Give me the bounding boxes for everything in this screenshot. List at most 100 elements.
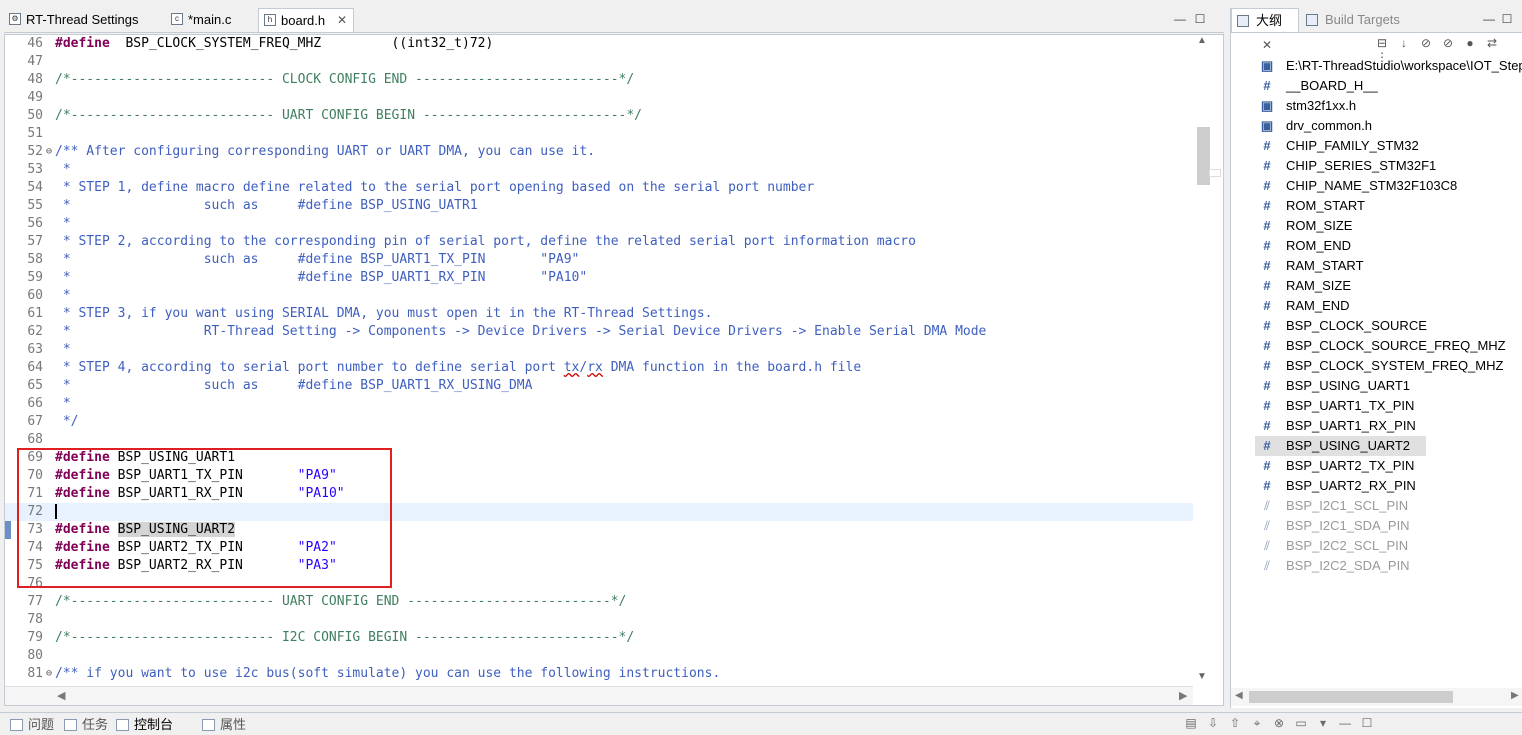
scroll-right-arrow-icon[interactable]: ▶ [1511,690,1519,701]
outline-item[interactable]: # __BOARD_H__ [1255,76,1522,96]
outline-item[interactable]: # BSP_UART2_RX_PIN [1255,476,1522,496]
clear-icon[interactable]: ⊗ [1268,716,1290,730]
outline-item[interactable]: # BSP_UART1_RX_PIN [1255,416,1522,436]
outline-item[interactable]: # BSP_CLOCK_SOURCE_FREQ_MHZ [1255,336,1522,356]
tab-properties[interactable]: 属性 [200,716,246,734]
close-icon[interactable]: ✕ [337,9,347,32]
outline-item[interactable]: ⫽ BSP_I2C1_SDA_PIN [1255,516,1522,536]
outline-item[interactable]: # CHIP_NAME_STM32F103C8 [1255,176,1522,196]
outline-item-label: BSP_UART1_TX_PIN [1286,398,1415,413]
code-line[interactable]: 65 * such as #define BSP_UART1_RX_USING_… [5,377,1193,395]
outline-item[interactable]: ▣ E:\RT-ThreadStudio\workspace\IOT_Step [1255,56,1522,76]
code-line[interactable]: 60 * [5,287,1193,305]
code-line[interactable]: 48 /*-------------------------- CLOCK CON… [5,71,1193,89]
scroll-down-arrow-icon[interactable]: ▼ [1197,671,1207,682]
minimize-button[interactable]: — [1483,12,1495,26]
code-editor[interactable]: 46 #define BSP_CLOCK_SYSTEM_FREQ_MHZ ((in… [4,34,1224,706]
minimize-icon[interactable]: — [1334,716,1356,730]
code-line[interactable]: 81 ⊖/** if you want to use i2c bus(soft s… [5,665,1193,683]
outline-item[interactable]: # RAM_SIZE [1255,276,1522,296]
tab-main-c[interactable]: c *main.c [166,8,258,31]
code-line[interactable]: 58 * such as #define BSP_UART1_TX_PIN "P… [5,251,1193,269]
outline-item[interactable]: # BSP_UART2_TX_PIN [1255,456,1522,476]
hide-fields-icon[interactable]: ⊘ [1415,36,1437,50]
outline-item[interactable]: # RAM_START [1255,256,1522,276]
outline-item[interactable]: ⫽ BSP_I2C1_SCL_PIN [1255,496,1522,516]
console-icon[interactable]: ▤ [1180,716,1202,730]
hide-non-public-icon[interactable]: ● [1459,36,1481,50]
code-line[interactable]: 78 [5,611,1193,629]
outline-horizontal-scrollbar[interactable]: ◀ ▶ [1231,688,1522,706]
scroll-down-icon[interactable]: ⇩ [1202,716,1224,730]
code-line[interactable]: 64 * STEP 4, according to serial port nu… [5,359,1193,377]
scroll-up-icon[interactable]: ⇧ [1224,716,1246,730]
outline-item[interactable]: ▣ stm32f1xx.h [1255,96,1522,116]
outline-item[interactable]: # ROM_SIZE [1255,216,1522,236]
tab-console[interactable]: 控制台 [114,716,173,734]
code-line[interactable]: 66 * [5,395,1193,413]
tab-rt-thread-settings[interactable]: ⚙ RT-Thread Settings [4,8,164,31]
code-line[interactable]: 61 * STEP 3, if you want using SERIAL DM… [5,305,1193,323]
close-icon[interactable]: ✕ [1262,38,1272,52]
outline-tree[interactable]: ▣ E:\RT-ThreadStudio\workspace\IOT_Step # _… [1255,56,1522,576]
scroll-up-arrow-icon[interactable]: ▲ [1197,35,1207,46]
outline-item[interactable]: # ROM_START [1255,196,1522,216]
vertical-scrollbar[interactable]: ▲ ▼ [1193,35,1223,687]
pin-icon[interactable]: ⌖ [1246,716,1268,731]
tab-build-targets[interactable]: Build Targets [1301,8,1431,32]
outline-item[interactable]: # BSP_CLOCK_SYSTEM_FREQ_MHZ [1255,356,1522,376]
outline-item[interactable]: ▣ drv_common.h [1255,116,1522,136]
code-line[interactable]: 54 * STEP 1, define macro define related… [5,179,1193,197]
code-line[interactable]: 50 /*-------------------------- UART CONF… [5,107,1193,125]
fold-toggle-icon[interactable]: ⊖ [44,665,54,683]
outline-item[interactable]: # BSP_USING_UART2 [1255,436,1426,456]
line-number: 61 [27,306,43,321]
code-line[interactable]: 79 /*-------------------------- I2C CONFI… [5,629,1193,647]
outline-item[interactable]: # BSP_CLOCK_SOURCE [1255,316,1522,336]
sort-icon[interactable]: ↓ [1393,36,1415,50]
code-line[interactable]: 68 [5,431,1193,449]
tab-board-h[interactable]: h board.h ✕ [258,8,354,32]
minimize-button[interactable]: — [1170,12,1190,26]
code-line[interactable]: 53 * [5,161,1193,179]
tab-problems[interactable]: 问题 [8,716,54,734]
collapse-all-icon[interactable]: ⊟ [1371,36,1393,50]
code-line[interactable]: 52 ⊖/** After configuring corresponding U… [5,143,1193,161]
tab-tasks[interactable]: 任务 [62,716,108,734]
code-line[interactable]: 67 */ [5,413,1193,431]
outline-item[interactable]: # RAM_END [1255,296,1522,316]
maximize-button[interactable]: ☐ [1190,12,1210,26]
code-line[interactable]: 77 /*-------------------------- UART CONF… [5,593,1193,611]
scroll-right-arrow-icon[interactable]: ▶ [1179,689,1187,702]
maximize-icon[interactable]: ☐ [1356,716,1378,730]
tab-outline[interactable]: 大纲 ✕ [1231,8,1299,52]
code-line[interactable]: 57 * STEP 2, according to the correspond… [5,233,1193,251]
hide-static-icon[interactable]: ⊘ [1437,36,1459,50]
code-line[interactable]: 62 * RT-Thread Setting -> Components -> … [5,323,1193,341]
scroll-left-arrow-icon[interactable]: ◀ [1235,690,1243,701]
link-editor-icon[interactable]: ⇄ [1481,36,1503,50]
code-line[interactable]: 51 [5,125,1193,143]
outline-item[interactable]: # BSP_UART1_TX_PIN [1255,396,1522,416]
outline-item[interactable]: # ROM_END [1255,236,1522,256]
code-line[interactable]: 59 * #define BSP_UART1_RX_PIN "PA10" [5,269,1193,287]
scroll-left-arrow-icon[interactable]: ◀ [57,689,65,702]
code-line[interactable]: 46 #define BSP_CLOCK_SYSTEM_FREQ_MHZ ((in… [5,35,1193,53]
code-line[interactable]: 80 [5,647,1193,665]
code-line[interactable]: 56 * [5,215,1193,233]
code-line[interactable]: 55 * such as #define BSP_USING_UATR1 [5,197,1193,215]
code-line[interactable]: 49 [5,89,1193,107]
maximize-button[interactable]: ☐ [1502,12,1513,26]
outline-item[interactable]: # CHIP_SERIES_STM32F1 [1255,156,1522,176]
outline-item[interactable]: # BSP_USING_UART1 [1255,376,1522,396]
fold-toggle-icon[interactable]: ⊖ [44,143,54,161]
outline-item[interactable]: ⫽ BSP_I2C2_SCL_PIN [1255,536,1522,556]
horizontal-scrollbar[interactable]: ◀ ▶ [5,686,1193,705]
outline-item[interactable]: # CHIP_FAMILY_STM32 [1255,136,1522,156]
scrollbar-thumb[interactable] [1249,691,1453,703]
code-line[interactable]: 63 * [5,341,1193,359]
open-console-icon[interactable]: ▾ [1312,716,1334,730]
outline-item[interactable]: ⫽ BSP_I2C2_SDA_PIN [1255,556,1522,576]
code-line[interactable]: 47 [5,53,1193,71]
display-icon[interactable]: ▭ [1290,716,1312,730]
